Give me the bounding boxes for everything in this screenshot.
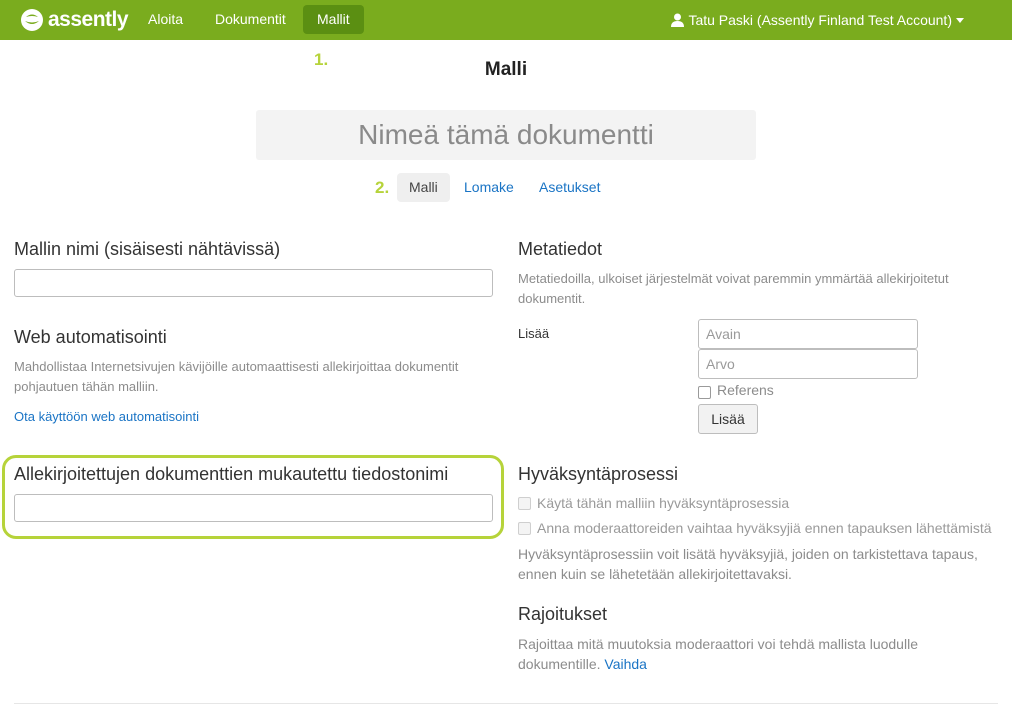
metadata-add-label: Lisää [518,326,550,341]
restrictions-heading: Rajoitukset [518,604,608,624]
metadata-key-input[interactable] [698,319,918,349]
restrictions-change-link[interactable]: Vaihda [604,656,647,672]
approval-description: Hyväksyntäprosessiin voit lisätä hyväksy… [518,546,978,582]
caret-down-icon [956,17,964,23]
approval-option-2-label: Anna moderaattoreiden vaihtaa hyväksyjiä… [537,520,992,536]
nav-item-aloita[interactable]: Aloita [134,5,197,34]
brand-logo[interactable]: assently [20,7,129,33]
restrictions-description-text: Rajoittaa mitä muutoksia moderaattori vo… [518,636,918,672]
tab-malli[interactable]: Malli [397,173,450,202]
approval-process-heading: Hyväksyntäprosessi [518,464,679,484]
web-automation-heading: Web automatisointi [14,327,167,347]
tab-lomake[interactable]: Lomake [452,173,526,202]
enable-web-automation-link[interactable]: Ota käyttöön web automatisointi [14,407,199,427]
template-name-input[interactable] [14,269,493,297]
approval-option-1-row[interactable]: Käytä tähän malliin hyväksyntäprosessia [518,495,789,511]
user-icon [671,13,685,27]
user-menu[interactable]: Tatu Paski (Assently Finland Test Accoun… [671,0,964,40]
nav-item-dokumentit[interactable]: Dokumentit [201,5,300,34]
web-automation-description: Mahdollistaa Internetsivujen kävijöille … [14,359,459,394]
step-marker-2: 2. [375,178,390,197]
page-title: Malli [484,59,528,80]
approval-option-2-checkbox[interactable] [518,521,531,535]
reference-checkbox[interactable] [698,386,711,399]
reference-label: Referens [717,382,774,398]
bottom-divider [14,703,998,704]
metadata-heading: Metatiedot [518,239,603,259]
brand-name: assently [48,8,129,31]
nav-item-mallit[interactable]: Mallit [303,5,364,34]
approval-option-1-label: Käytä tähän malliin hyväksyntäprosessia [537,495,790,511]
top-navbar: assently Aloita Dokumentit Mallit Tatu P… [0,0,1012,40]
reference-checkbox-row[interactable]: Referens [698,381,774,399]
metadata-description: Metatiedoilla, ulkoiset järjestelmät voi… [518,271,949,306]
template-name-heading: Mallin nimi (sisäisesti nähtävissä) [14,239,281,259]
approval-option-2-row[interactable]: Anna moderaattoreiden vaihtaa hyväksyjiä… [518,520,992,536]
tab-asetukset[interactable]: Asetukset [527,173,612,202]
metadata-value-input[interactable] [698,349,918,379]
approval-option-1-checkbox[interactable] [518,496,531,510]
document-name-input[interactable] [256,110,756,160]
metadata-add-button[interactable]: Lisää [698,404,758,434]
restrictions-description: Rajoittaa mitä muutoksia moderaattori vo… [518,634,998,674]
assently-logo-icon [21,9,43,31]
user-name: Tatu Paski (Assently Finland Test Accoun… [688,12,952,28]
custom-filename-input[interactable] [14,494,493,522]
custom-filename-heading: Allekirjoitettujen dokumenttien mukautet… [14,464,449,484]
